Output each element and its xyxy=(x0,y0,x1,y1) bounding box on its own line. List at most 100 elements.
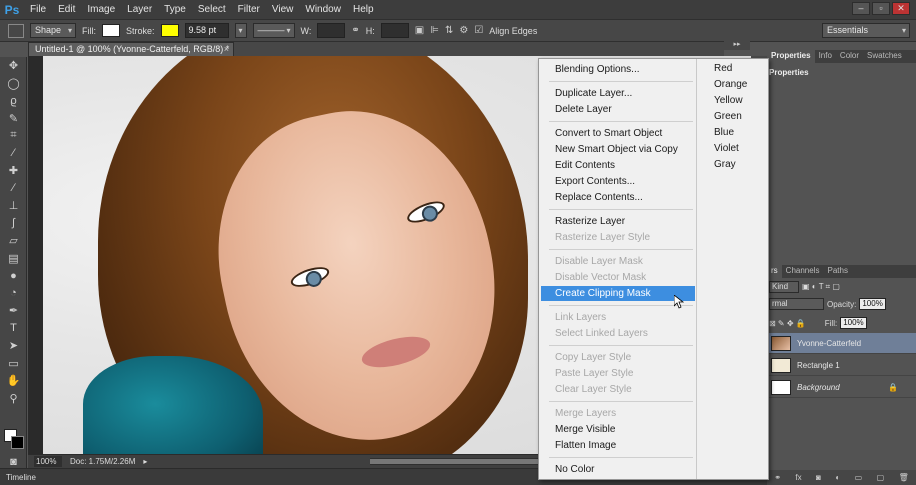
tab-info[interactable]: Info xyxy=(815,50,836,63)
hand-tool-icon[interactable]: ✋ xyxy=(0,372,27,390)
crop-tool-icon[interactable]: ⌗ xyxy=(0,127,27,145)
layer-row[interactable]: Background 🔒 xyxy=(767,377,916,398)
healing-brush-tool-icon[interactable]: ✚ xyxy=(0,162,27,180)
height-field[interactable] xyxy=(380,23,409,38)
color-swatches[interactable] xyxy=(4,429,24,449)
fill-field[interactable]: 100% xyxy=(840,317,867,329)
move-tool-icon[interactable]: ✥ xyxy=(0,57,27,75)
color-label-item[interactable]: Gray xyxy=(714,159,736,170)
clone-stamp-tool-icon[interactable]: ⊥ xyxy=(0,197,27,215)
layer-row[interactable]: Yvonne-Catterfeld xyxy=(767,333,916,354)
tab-properties[interactable]: Properties xyxy=(767,50,815,63)
context-menu-item[interactable]: Create Clipping Mask xyxy=(541,286,695,301)
workspace-dropdown[interactable]: Essentials xyxy=(822,23,910,38)
panel-collapse-button[interactable]: ▸▸ xyxy=(724,40,750,50)
color-label-item[interactable]: Blue xyxy=(714,127,734,138)
eyedropper-tool-icon[interactable]: ⁄ xyxy=(0,145,27,163)
group-icon[interactable]: ▭ xyxy=(855,473,863,482)
close-button[interactable]: ✕ xyxy=(892,2,910,15)
tab-color[interactable]: Color xyxy=(836,50,863,63)
fill-swatch[interactable] xyxy=(102,24,121,37)
history-brush-tool-icon[interactable]: ∫ xyxy=(0,215,27,233)
menu-edit[interactable]: Edit xyxy=(52,4,81,15)
context-menu-item[interactable]: Delete Layer xyxy=(541,102,695,117)
width-field[interactable] xyxy=(317,23,346,38)
eraser-tool-icon[interactable]: ▱ xyxy=(0,232,27,250)
context-menu-item[interactable]: Replace Contents... xyxy=(541,190,695,205)
type-tool-icon[interactable]: T xyxy=(0,320,27,338)
color-label-item[interactable]: Violet xyxy=(714,143,739,154)
blur-tool-icon[interactable]: ● xyxy=(0,267,27,285)
background-color[interactable] xyxy=(11,436,24,449)
status-menu-arrow-icon[interactable]: ▸ xyxy=(143,457,147,466)
kind-dropdown[interactable]: Kind xyxy=(769,281,800,293)
tab-channels[interactable]: Channels xyxy=(782,265,824,278)
trash-icon[interactable]: 🗑 xyxy=(899,473,909,482)
gradient-tool-icon[interactable]: ▤ xyxy=(0,250,27,268)
tab-paths[interactable]: Paths xyxy=(823,265,851,278)
document-tab[interactable]: Untitled-1 @ 100% (Yvonne-Catterfeld, RG… xyxy=(28,42,234,56)
context-menu-item[interactable]: Merge Visible xyxy=(541,422,695,437)
path-selection-tool-icon[interactable]: ➤ xyxy=(0,337,27,355)
new-layer-icon[interactable]: ▢ xyxy=(877,473,885,482)
pen-tool-icon[interactable]: ✒ xyxy=(0,302,27,320)
tab-swatches[interactable]: Swatches xyxy=(863,50,906,63)
layer-row[interactable]: Rectangle 1 xyxy=(767,355,916,376)
menu-help[interactable]: Help xyxy=(347,4,380,15)
minimize-button[interactable]: – xyxy=(852,2,870,15)
marquee-tool-icon[interactable]: ◯ xyxy=(0,75,27,93)
stroke-swatch[interactable] xyxy=(160,24,179,37)
path-alignment-icon[interactable]: ⊫ xyxy=(430,25,439,36)
fx-icon[interactable]: fx xyxy=(795,473,801,482)
link-icon[interactable]: ⚭ xyxy=(351,25,359,36)
context-menu-item[interactable]: Rasterize Layer xyxy=(541,214,695,229)
context-menu-item[interactable]: Blending Options... xyxy=(541,62,695,77)
zoom-field[interactable]: 100% xyxy=(34,456,62,467)
path-arrangement-icon[interactable]: ⇅ xyxy=(445,25,453,36)
menu-window[interactable]: Window xyxy=(299,4,347,15)
tab-layers[interactable]: rs xyxy=(767,265,782,278)
menu-type[interactable]: Type xyxy=(158,4,192,15)
tool-preset-icon[interactable] xyxy=(8,23,24,38)
menu-image[interactable]: Image xyxy=(81,4,121,15)
menu-layer[interactable]: Layer xyxy=(121,4,158,15)
timeline-tab[interactable]: Timeline xyxy=(0,473,44,482)
path-operations-icon[interactable]: ▣ xyxy=(415,25,424,36)
menu-select[interactable]: Select xyxy=(192,4,232,15)
blend-mode-dropdown[interactable]: rmal xyxy=(769,298,824,310)
align-edges-checkbox[interactable]: ☑ xyxy=(474,25,483,36)
opacity-field[interactable]: 100% xyxy=(859,298,886,310)
context-menu-item[interactable]: Edit Contents xyxy=(541,158,695,173)
add-mask-icon[interactable]: ◙ xyxy=(816,473,821,482)
adjustment-layer-icon[interactable]: ◐ xyxy=(835,473,840,482)
color-label-item[interactable]: Orange xyxy=(714,79,747,90)
context-menu-item[interactable]: Flatten Image xyxy=(541,438,695,453)
color-label-item[interactable]: Green xyxy=(714,111,742,122)
brush-tool-icon[interactable]: ∕ xyxy=(0,180,27,198)
close-document-icon[interactable]: × xyxy=(224,43,229,55)
lock-icons[interactable]: ⊠ ✎ ✥ 🔒 xyxy=(769,319,806,328)
shape-mode-dropdown[interactable]: Shape xyxy=(30,23,77,38)
quick-select-tool-icon[interactable]: ✎ xyxy=(0,110,27,128)
context-menu-item[interactable]: Duplicate Layer... xyxy=(541,86,695,101)
zoom-tool-icon[interactable]: ⚲ xyxy=(0,390,27,408)
stroke-type-dropdown[interactable]: ——— xyxy=(252,23,295,38)
gear-icon[interactable]: ⚙ xyxy=(459,25,468,36)
color-label-item[interactable]: Red xyxy=(714,63,732,74)
menu-file[interactable]: File xyxy=(24,4,52,15)
lasso-tool-icon[interactable]: ϱ xyxy=(0,92,27,110)
color-label-item[interactable]: Yellow xyxy=(714,95,743,106)
menu-view[interactable]: View xyxy=(266,4,300,15)
link-layers-icon[interactable]: ⚭ xyxy=(774,473,781,482)
context-menu-item[interactable]: Export Contents... xyxy=(541,174,695,189)
filter-icons[interactable]: ▣ ◐ T ⌗ ▢ xyxy=(802,282,840,292)
rectangle-tool-icon[interactable]: ▭ xyxy=(0,355,27,373)
restore-button[interactable]: ▫ xyxy=(872,2,890,15)
stroke-width-field[interactable]: 9.58 pt xyxy=(184,23,229,38)
context-menu-item[interactable]: No Color xyxy=(541,462,695,477)
stroke-width-dropdown[interactable] xyxy=(234,23,247,38)
context-menu-item[interactable]: Convert to Smart Object xyxy=(541,126,695,141)
context-menu-item[interactable]: New Smart Object via Copy xyxy=(541,142,695,157)
dodge-tool-icon[interactable]: ◔ xyxy=(0,285,27,303)
menu-filter[interactable]: Filter xyxy=(232,4,266,15)
